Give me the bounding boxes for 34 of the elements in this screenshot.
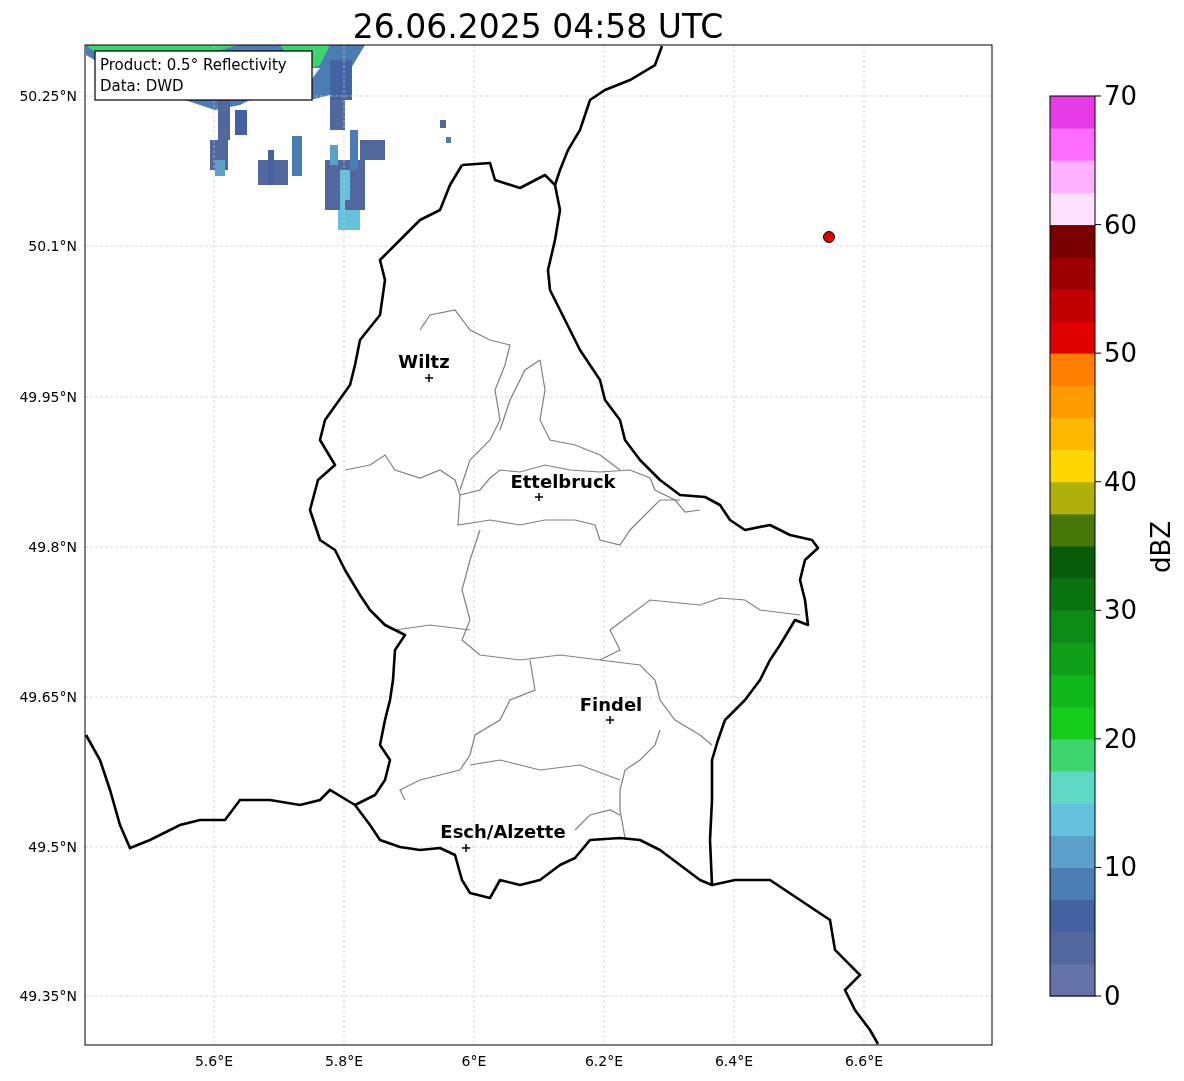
legend-text: Product: 0.5° Reflectivity <box>100 56 287 74</box>
colorbar-tick-label: 60 <box>1104 209 1138 240</box>
city-marker <box>605 715 615 725</box>
longitude-label: 6.2°E <box>584 1053 624 1069</box>
longitude-label: 6.4°E <box>714 1053 754 1069</box>
colorbar-tick-label: 30 <box>1104 595 1138 626</box>
city-label: Ettelbruck <box>510 471 616 492</box>
legend-text: Data: DWD <box>100 77 184 95</box>
longitude-label: 5.8°E <box>324 1053 364 1069</box>
longitude-label: 6.6°E <box>844 1053 884 1069</box>
latitude-label: 49.65°N <box>19 689 77 705</box>
city-label: Esch/Alzette <box>440 821 566 842</box>
colorbar-tick-label: 0 <box>1104 981 1121 1011</box>
colorbar-label: dBZ <box>1146 520 1176 574</box>
chart-title: 26.06.2025 04:58 UTC <box>352 7 724 46</box>
colorbar-tick-label: 20 <box>1104 723 1138 754</box>
latitude-label: 50.1°N <box>28 238 77 254</box>
colorbar-tick-label: 50 <box>1104 338 1138 369</box>
latitude-label: 49.95°N <box>19 389 77 405</box>
radar-site-marker <box>823 231 835 243</box>
city-marker <box>424 373 434 383</box>
latitude-label: 49.35°N <box>19 988 77 1004</box>
city-marker <box>461 843 471 853</box>
longitude-label: 5.6°E <box>194 1053 234 1069</box>
city-label: Wiltz <box>398 351 450 372</box>
colorbar-tick-label: 10 <box>1104 852 1138 883</box>
colorbar-tick-label: 70 <box>1104 81 1138 111</box>
city-marker <box>534 492 544 502</box>
latitude-label: 49.5°N <box>28 839 77 855</box>
latitude-label: 50.25°N <box>19 88 77 104</box>
colorbar-tick-label: 40 <box>1104 466 1138 497</box>
longitude-label: 6°E <box>461 1053 487 1069</box>
latitude-label: 49.8°N <box>28 539 77 555</box>
city-label: Findel <box>579 694 643 715</box>
